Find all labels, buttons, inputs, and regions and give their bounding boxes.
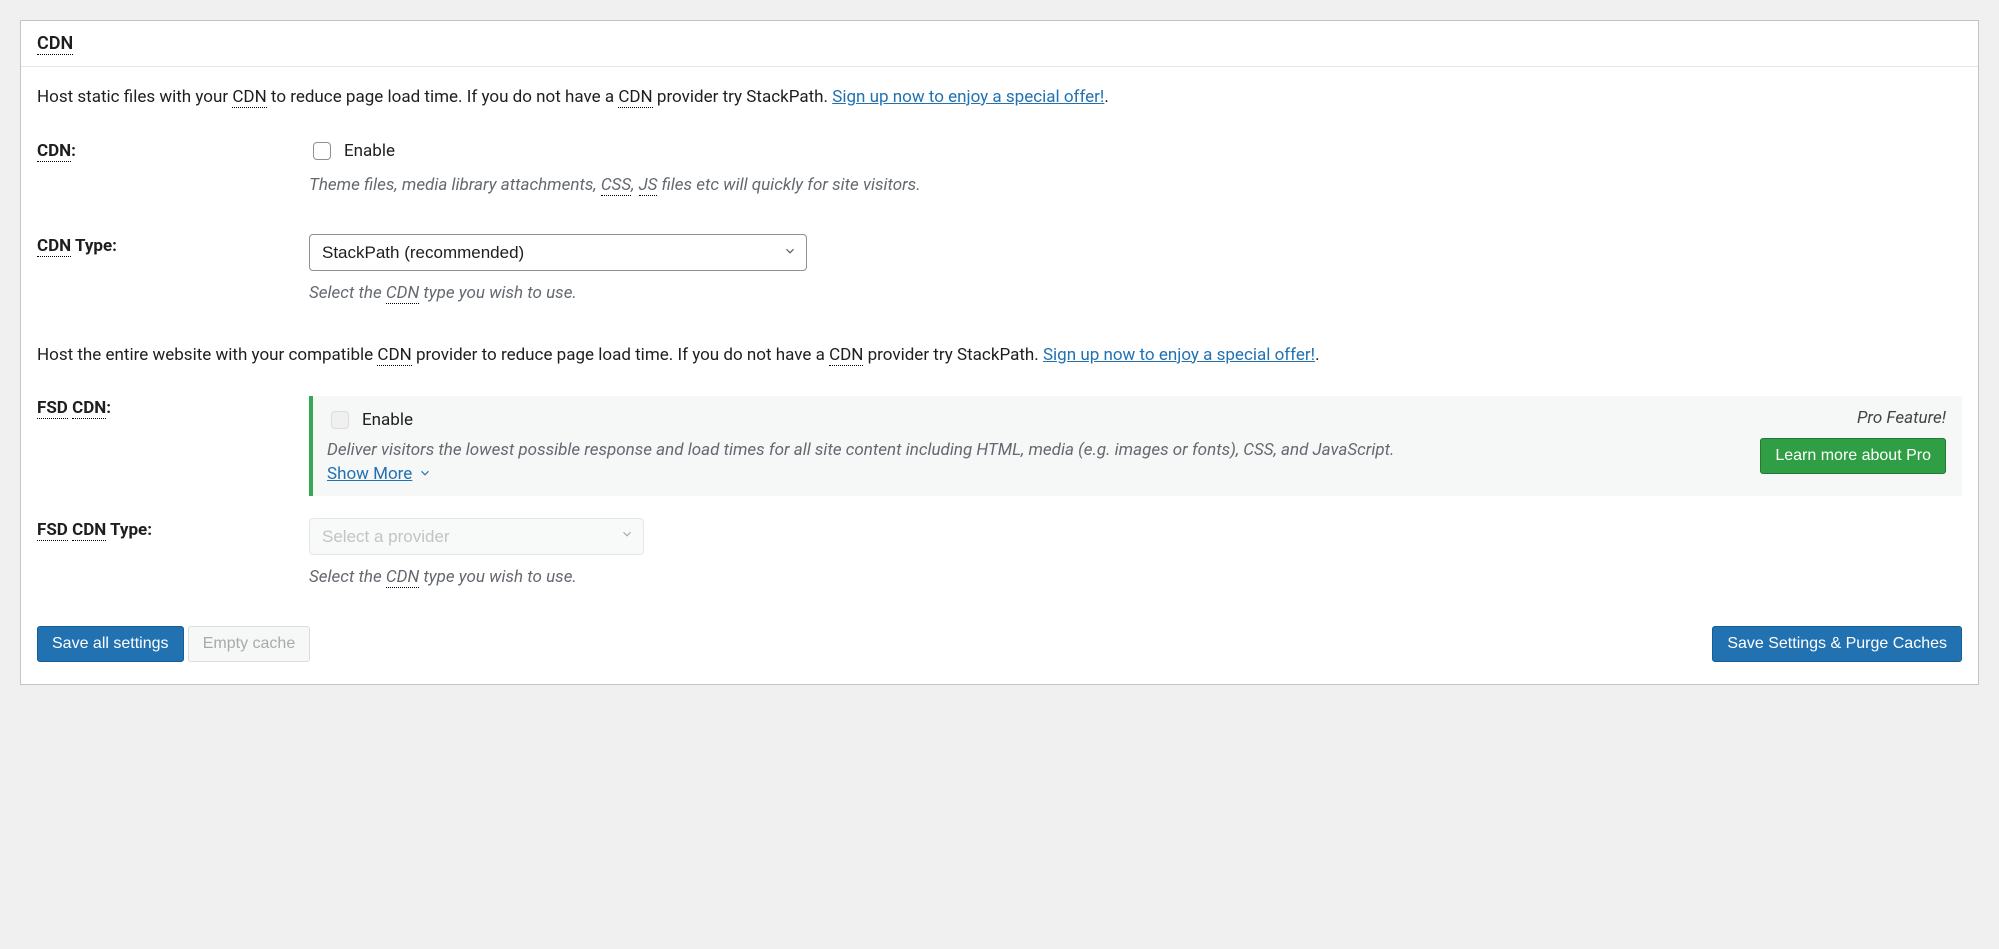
pro-feature-block: Enable Deliver visitors the lowest possi… [309,396,1962,496]
show-more-label: Show More [327,464,412,484]
desc-post: files etc will quickly for site visitors… [657,175,920,195]
cdn-settings-panel: CDN Host static files with your CDN to r… [20,20,1979,685]
cdn-abbr: CDN [72,520,106,541]
fsd-type-select: Select a provider [309,518,644,555]
css-abbr: CSS [601,175,631,196]
intro1-pre: Host static files with your [37,87,232,107]
cdn-abbr: CDN [386,567,419,588]
desc-comma: , [631,175,638,195]
fsd-enable-label: Enable [362,410,413,430]
desc-post: type you wish to use. [419,283,577,303]
learn-more-pro-button[interactable]: Learn more about Pro [1760,438,1946,474]
pro-feature-label: Pro Feature! [1746,408,1946,428]
row-cdn-label: CDN: [37,139,309,161]
footer-left: Save all settings Empty cache [37,626,310,662]
panel-title: CDN [37,33,73,55]
cdn-enable-checkbox-line: Enable [309,139,1962,163]
cdn-abbr: CDN [386,283,419,304]
panel-body: Host static files with your CDN to reduc… [21,67,1978,684]
footer-buttons: Save all settings Empty cache Save Setti… [37,626,1962,662]
fsd-type-select-wrap: Select a provider [309,518,644,555]
cdn-abbr: CDN [829,345,863,366]
signup-link-1[interactable]: Sign up now to enjoy a special offer! [832,87,1104,107]
intro2-pre: Host the entire website with your compat… [37,345,377,365]
signup-link-2[interactable]: Sign up now to enjoy a special offer! [1043,345,1315,365]
intro2-mid: provider to reduce page load time. If yo… [412,345,829,365]
save-and-purge-button[interactable]: Save Settings & Purge Caches [1712,626,1962,662]
label-suffix: : [106,398,111,418]
desc-pre: Select the [309,567,386,587]
chevron-down-icon [418,465,432,485]
cdn-abbr: CDN [37,141,71,162]
fsd-type-desc: Select the CDN type you wish to use. [309,565,1962,591]
cdn-type-desc: Select the CDN type you wish to use. [309,281,1962,307]
intro1-post: provider try StackPath. [653,87,833,107]
fsd-enable-checkbox [331,411,349,429]
row-fsd-type: FSD CDN Type: Select a provider Select t… [37,518,1962,591]
row-fsd-type-label: FSD CDN Type: [37,518,309,540]
empty-cache-button[interactable]: Empty cache [188,626,310,662]
pro-block-right: Pro Feature! Learn more about Pro [1746,408,1946,474]
cdn-abbr: CDN [72,398,106,419]
label-suffix: Type: [106,520,152,540]
intro1-period: . [1104,87,1108,107]
row-fsd-type-field: Select a provider Select the CDN type yo… [309,518,1962,591]
row-cdn-type: CDN Type: StackPath (recommended) Select… [37,234,1962,307]
intro-text-2: Host the entire website with your compat… [37,343,1962,369]
row-fsd-label: FSD CDN: [37,396,309,418]
desc-pre: Select the [309,283,386,303]
row-cdn-type-label: CDN Type: [37,234,309,256]
cdn-type-select-wrap: StackPath (recommended) [309,234,807,271]
save-all-settings-button[interactable]: Save all settings [37,626,184,662]
js-abbr: JS [639,175,658,196]
row-fsd-cdn: FSD CDN: Enable Deliver visitors the low… [37,396,1962,496]
fsd-abbr: FSD [37,398,68,419]
intro2-period: . [1315,345,1319,365]
cdn-abbr: CDN [377,345,411,366]
cdn-enable-desc: Theme files, media library attachments, … [309,173,1962,199]
row-cdn-enable: CDN: Enable Theme files, media library a… [37,139,1962,199]
fsd-abbr: FSD [37,520,68,541]
label-suffix: : [71,141,76,161]
row-fsd-field: Enable Deliver visitors the lowest possi… [309,396,1962,496]
pro-block-left: Enable Deliver visitors the lowest possi… [327,408,1726,484]
panel-header: CDN [21,21,1978,67]
cdn-enable-label: Enable [344,141,395,161]
fsd-desc: Deliver visitors the lowest possible res… [327,438,1726,464]
desc-pre: Theme files, media library attachments, [309,175,601,195]
footer-right: Save Settings & Purge Caches [1712,626,1962,662]
label-suffix: Type: [71,236,117,256]
intro2-post: provider try StackPath. [863,345,1043,365]
cdn-abbr: CDN [232,87,266,108]
cdn-abbr: CDN [37,236,71,257]
cdn-type-select[interactable]: StackPath (recommended) [309,234,807,271]
cdn-enable-checkbox[interactable] [313,142,331,160]
desc-post: type you wish to use. [419,567,577,587]
intro1-mid: to reduce page load time. If you do not … [267,87,619,107]
cdn-abbr: CDN [618,87,652,108]
fsd-enable-checkbox-line: Enable [327,408,1726,432]
show-more-link[interactable]: Show More [327,464,432,484]
row-cdn-type-field: StackPath (recommended) Select the CDN t… [309,234,1962,307]
row-cdn-field: Enable Theme files, media library attach… [309,139,1962,199]
intro-text-1: Host static files with your CDN to reduc… [37,85,1962,111]
